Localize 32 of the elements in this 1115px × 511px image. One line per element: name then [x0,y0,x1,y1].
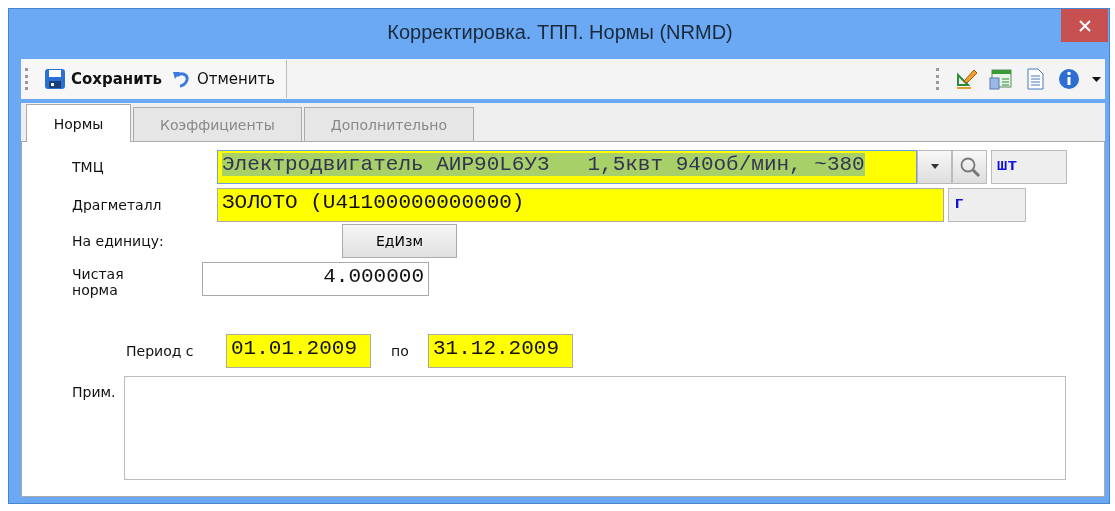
note-field[interactable] [124,376,1066,480]
close-icon [1077,18,1092,33]
close-button[interactable] [1061,9,1108,42]
field-label: Период с [126,343,195,359]
caret-icon [1092,76,1101,82]
unit-field: г [948,188,1026,222]
date-field[interactable]: 01.01.2009 [226,334,371,368]
save-button[interactable]: Сохранить [41,68,165,90]
spreadsheet-icon [989,67,1013,91]
grip-handle[interactable] [936,68,942,90]
tmc-field[interactable]: Электродвигатель АИР90L6У3 1,5квт 940об/мин, ~380 [217,150,917,184]
search-button[interactable] [952,150,987,184]
window-title: Корректировка. ТПП. Нормы (NRMD) [386,21,734,44]
field-label: ТМЦ [72,159,105,175]
unit-field: шт [991,150,1067,184]
field-label: Драгметалл [72,197,163,213]
field-label: по [391,343,410,359]
info-icon [1057,67,1081,91]
search-icon [958,156,981,178]
metal-field[interactable]: ЗОЛОТО (U41100000000000) [217,188,944,222]
field-label: Прим. [72,383,117,400]
undo-icon [171,69,192,89]
norm-field[interactable]: 4.000000 [202,262,429,296]
unit-button[interactable]: ЕдИзм [342,224,457,258]
field-label: Чистая норма [72,265,125,298]
field-label: На единицу: [72,233,165,249]
date-field[interactable]: 31.12.2009 [428,334,573,368]
grip-handle[interactable] [25,68,31,90]
caret-icon [929,164,940,170]
ruler-pencil-icon [955,67,979,91]
cancel-button[interactable]: Отменить [168,69,279,89]
tab[interactable]: Нормы [26,104,131,142]
